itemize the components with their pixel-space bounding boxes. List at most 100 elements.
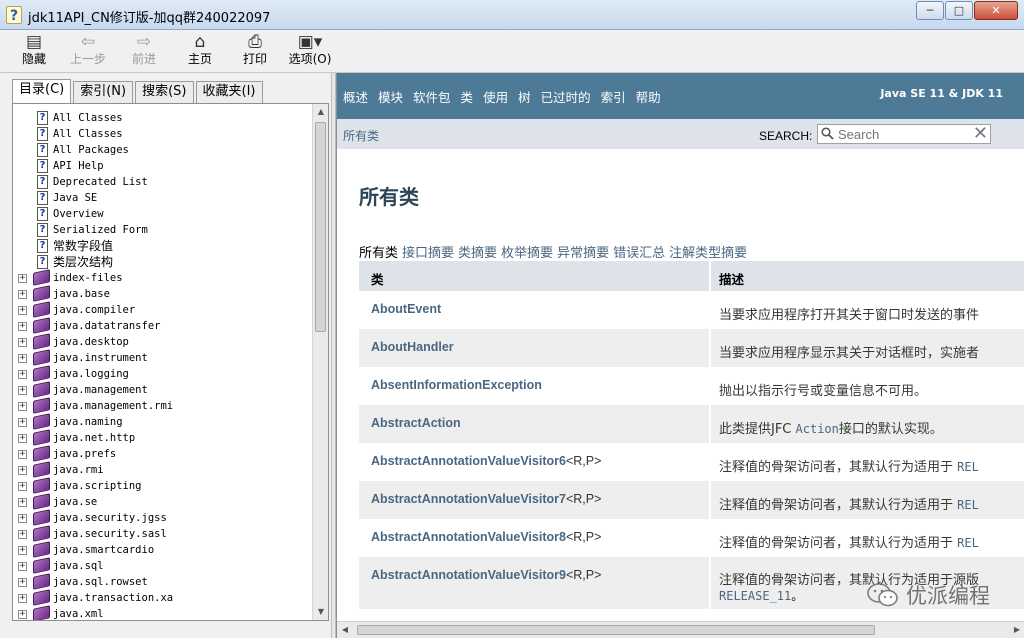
tree-item[interactable]: + java.datatransfer	[13, 317, 313, 334]
tree-item[interactable]: ? Java SE	[13, 190, 313, 206]
expand-icon[interactable]: +	[18, 354, 27, 363]
expand-icon[interactable]: +	[18, 274, 27, 283]
minimize-button[interactable]: ─	[916, 1, 944, 20]
tree-item[interactable]: + java.instrument	[13, 349, 313, 366]
top-nav-link[interactable]: 已过时的	[541, 87, 591, 106]
print-button[interactable]: ⎙ 打印	[231, 32, 279, 70]
options-button[interactable]: ▣▾ 选项(O)	[285, 32, 335, 70]
top-nav-link[interactable]: 索引	[601, 87, 626, 106]
class-link[interactable]: AboutHandler	[371, 340, 454, 354]
tree-item[interactable]: + java.transaction.xa	[13, 589, 313, 606]
expand-icon[interactable]: +	[18, 306, 27, 315]
expand-icon[interactable]: +	[18, 322, 27, 331]
tree-item[interactable]: + java.management.rmi	[13, 397, 313, 414]
scroll-down-icon[interactable]: ▼	[313, 604, 328, 620]
tree-item[interactable]: + java.compiler	[13, 301, 313, 318]
tree-item[interactable]: + java.logging	[13, 365, 313, 382]
expand-icon[interactable]: +	[18, 402, 27, 411]
scroll-right-icon[interactable]: ▶	[1009, 622, 1024, 638]
tree-item[interactable]: + java.smartcardio	[13, 541, 313, 558]
tree-item[interactable]: + java.net.http	[13, 429, 313, 446]
expand-icon[interactable]: +	[18, 578, 27, 587]
release-link[interactable]: RELEASE_11	[719, 589, 791, 603]
expand-icon[interactable]: +	[18, 290, 27, 299]
scroll-thumb[interactable]	[315, 122, 326, 332]
maximize-button[interactable]: □	[945, 1, 973, 20]
tree-item[interactable]: + java.sql	[13, 557, 313, 574]
expand-icon[interactable]: +	[18, 610, 27, 619]
summary-link[interactable]: 接口摘要	[402, 246, 454, 261]
tab-contents[interactable]: 目录(C)	[12, 79, 72, 103]
top-nav-link[interactable]: 概述	[343, 87, 368, 106]
hide-button[interactable]: ▤ 隐藏	[10, 32, 58, 70]
tree-item[interactable]: ? 常数字段值	[13, 238, 313, 254]
search-input[interactable]	[838, 126, 966, 142]
tree-item[interactable]: + java.xml	[13, 605, 313, 620]
tree-vertical-scrollbar[interactable]: ▲ ▼	[312, 104, 328, 620]
search-field[interactable]: ✕	[817, 124, 991, 144]
expand-icon[interactable]: +	[18, 418, 27, 427]
forward-button[interactable]: ⇨ 前进	[120, 32, 168, 70]
tree-item[interactable]: + java.prefs	[13, 445, 313, 462]
expand-icon[interactable]: +	[18, 514, 27, 523]
tree-item[interactable]: + java.sql.rowset	[13, 573, 313, 590]
expand-icon[interactable]: +	[18, 530, 27, 539]
expand-icon[interactable]: +	[18, 546, 27, 555]
tree-item[interactable]: ? Overview	[13, 206, 313, 222]
top-nav-link[interactable]: 帮助	[636, 87, 661, 106]
top-nav-link[interactable]: 模块	[378, 87, 403, 106]
class-link[interactable]: AbstractAnnotationValueVisitor7<R,P>	[371, 492, 601, 506]
summary-link[interactable]: 错误汇总	[613, 246, 665, 261]
tree-item[interactable]: ? Serialized Form	[13, 222, 313, 238]
expand-icon[interactable]: +	[18, 594, 27, 603]
tree-item[interactable]: ? All Packages	[13, 142, 313, 158]
tab-index[interactable]: 索引(N)	[73, 81, 134, 103]
expand-icon[interactable]: +	[18, 498, 27, 507]
expand-icon[interactable]: +	[18, 370, 27, 379]
tree-item[interactable]: ? 类层次结构	[13, 254, 313, 270]
scroll-left-icon[interactable]: ◀	[337, 622, 353, 638]
tree-item[interactable]: ? API Help	[13, 158, 313, 174]
tree-item[interactable]: + java.management	[13, 381, 313, 398]
class-link[interactable]: AbstractAnnotationValueVisitor8<R,P>	[371, 530, 601, 544]
tab-favorites[interactable]: 收藏夹(I)	[195, 81, 263, 103]
top-nav-link[interactable]: 树	[518, 87, 531, 106]
tree-item[interactable]: + java.desktop	[13, 333, 313, 350]
tree-item[interactable]: ? Deprecated List	[13, 174, 313, 190]
tree-item[interactable]: + java.se	[13, 493, 313, 510]
summary-link[interactable]: 枚举摘要	[501, 246, 553, 261]
hscroll-thumb[interactable]	[357, 625, 875, 635]
home-button[interactable]: ⌂ 主页	[176, 32, 224, 70]
tree-item[interactable]: + java.security.jgss	[13, 509, 313, 526]
tab-search[interactable]: 搜索(S)	[135, 81, 194, 103]
summary-link[interactable]: 异常摘要	[557, 246, 609, 261]
top-nav-link[interactable]: 使用	[483, 87, 508, 106]
tree-item[interactable]: ? All Classes	[13, 110, 313, 126]
summary-link[interactable]: 类摘要	[458, 246, 497, 261]
clear-search-icon[interactable]: ✕	[973, 124, 988, 144]
content-horizontal-scrollbar[interactable]: ◀ ▶	[337, 621, 1024, 638]
expand-icon[interactable]: +	[18, 562, 27, 571]
tree-item[interactable]: + index-files	[13, 269, 313, 286]
summary-link[interactable]: 注解类型摘要	[669, 246, 747, 261]
scroll-up-icon[interactable]: ▲	[313, 104, 328, 120]
tree-item[interactable]: + java.base	[13, 285, 313, 302]
back-button[interactable]: ⇦ 上一步	[64, 32, 112, 70]
expand-icon[interactable]: +	[18, 466, 27, 475]
tree-item[interactable]: + java.security.sasl	[13, 525, 313, 542]
class-link[interactable]: AbstractAnnotationValueVisitor6<R,P>	[371, 454, 601, 468]
tree-item[interactable]: ? All Classes	[13, 126, 313, 142]
breadcrumb[interactable]: 所有类	[343, 127, 379, 144]
close-button[interactable]: ✕	[974, 1, 1018, 20]
class-link[interactable]: AbstractAnnotationValueVisitor9<R,P>	[371, 568, 601, 582]
expand-icon[interactable]: +	[18, 434, 27, 443]
top-nav-link[interactable]: 软件包	[413, 87, 451, 106]
expand-icon[interactable]: +	[18, 338, 27, 347]
expand-icon[interactable]: +	[18, 386, 27, 395]
class-link[interactable]: AbstractAction	[371, 416, 461, 430]
class-link[interactable]: AbsentInformationException	[371, 378, 542, 392]
top-nav-link[interactable]: 类	[461, 87, 474, 106]
tree-item[interactable]: + java.scripting	[13, 477, 313, 494]
tree-item[interactable]: + java.rmi	[13, 461, 313, 478]
expand-icon[interactable]: +	[18, 450, 27, 459]
